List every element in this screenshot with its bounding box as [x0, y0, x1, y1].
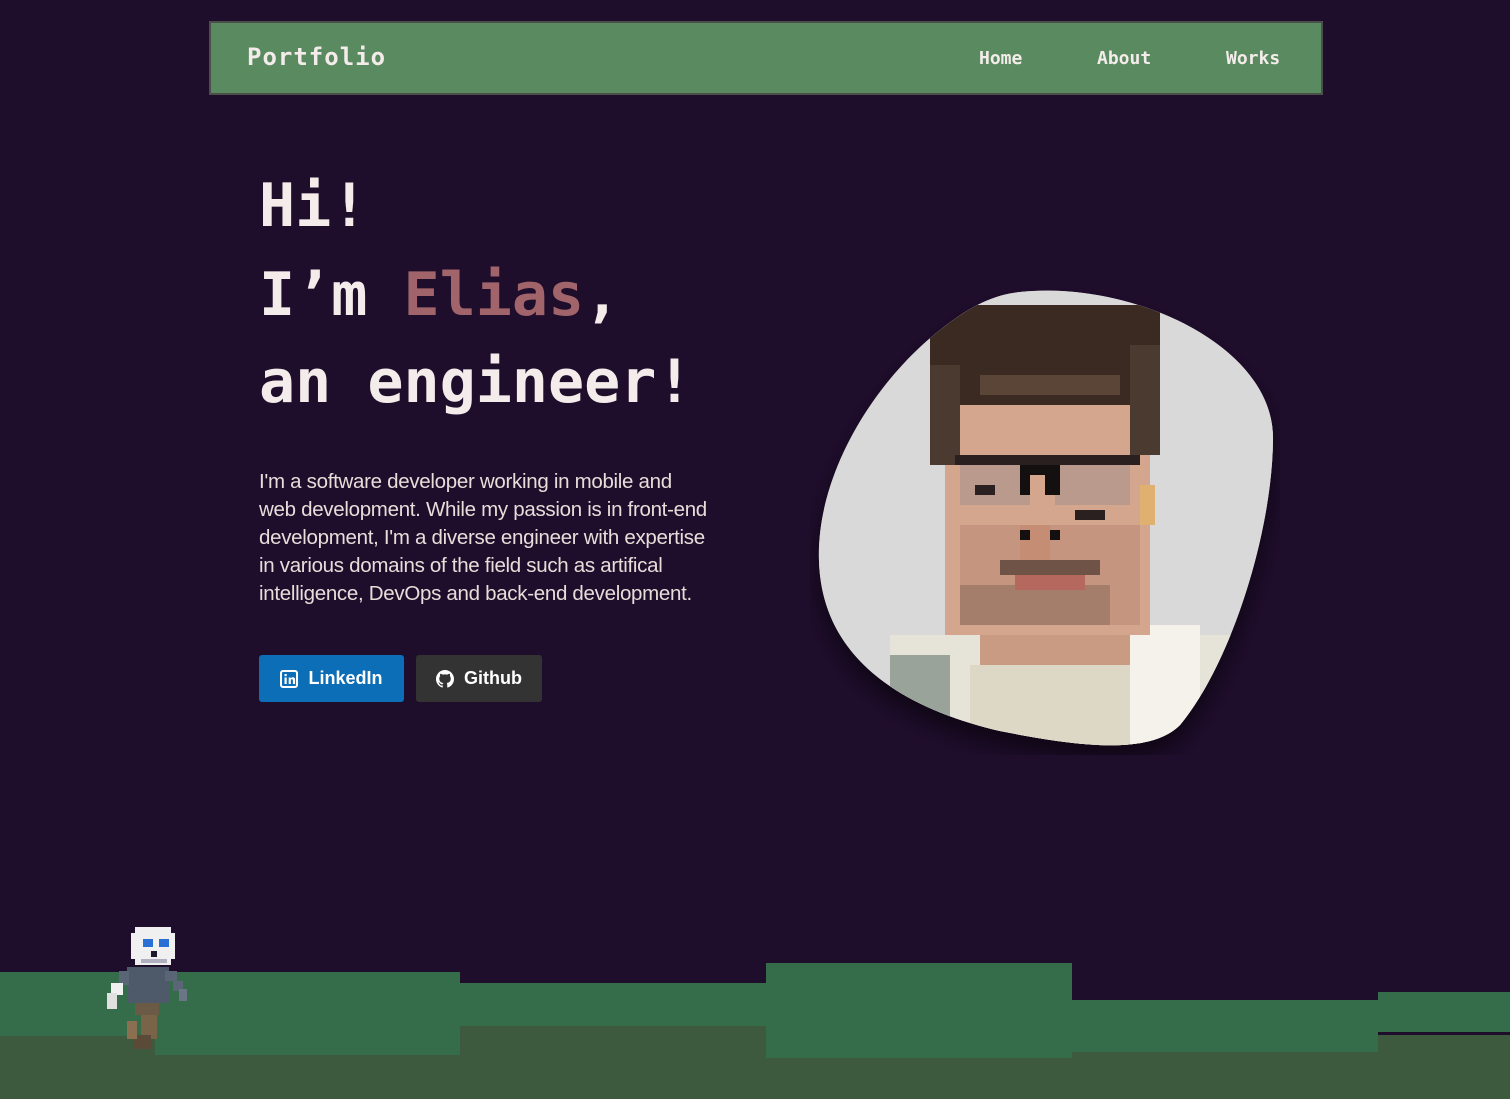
grass-terrain	[0, 963, 1510, 1099]
pixel-character	[107, 927, 187, 1049]
